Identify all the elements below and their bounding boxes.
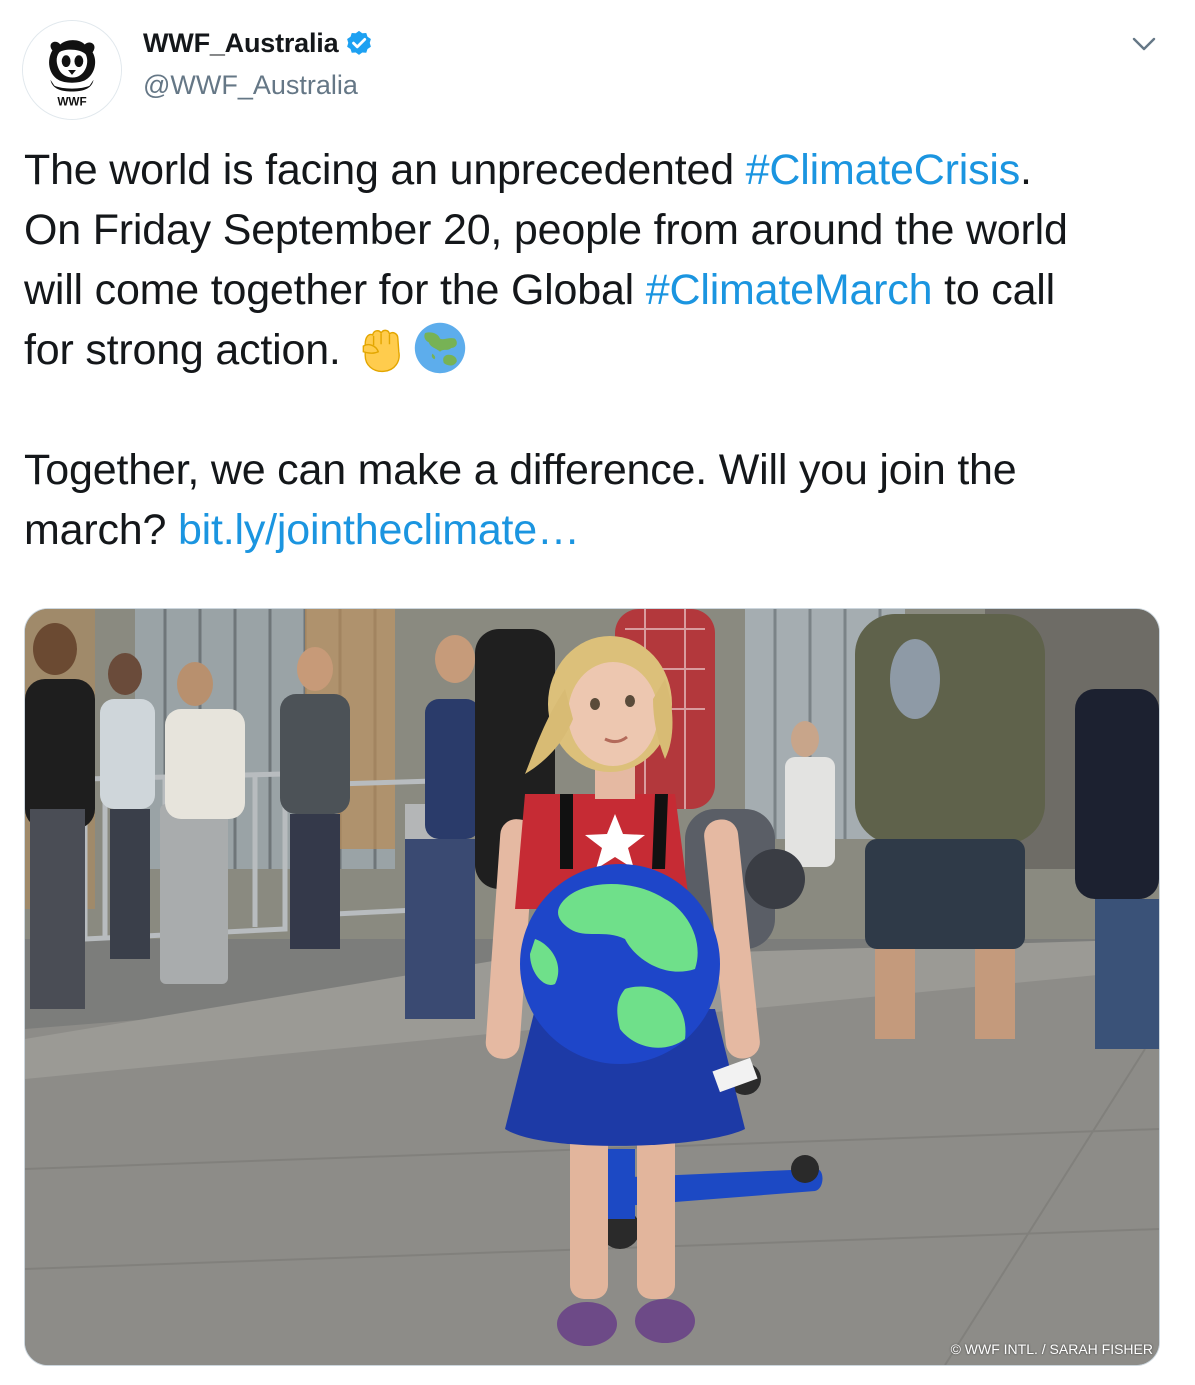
raised-fist-icon [354,320,410,376]
tweet-line: On Friday September 20, people from arou… [24,206,1068,254]
tweet-line: Together, we can make a difference. Will… [24,446,1017,494]
text-segment: The world is facing an unprecedented [24,146,746,194]
tweet-photo[interactable]: © WWF INTL. / SARAH FISHER [24,608,1160,1366]
text-segment: march? [24,506,178,554]
avatar[interactable]: WWF [22,20,122,120]
verified-badge-icon [347,30,372,55]
photo-credit: © WWF INTL. / SARAH FISHER [950,1341,1153,1357]
text-segment: for strong action. [24,326,353,374]
author-handle[interactable]: @WWF_Australia [143,70,358,101]
external-link[interactable]: bit.ly/jointheclimate… [178,506,580,554]
tweet-line: will come together for the Global #Clima… [24,260,1174,320]
chevron-down-icon[interactable] [1128,28,1160,60]
climate-march-photo [25,609,1159,1365]
tweet-line: march? bit.ly/jointheclimate… [24,500,1174,560]
globe-asia-australia-icon [412,320,468,376]
hashtag-climate-crisis[interactable]: #ClimateCrisis [746,146,1021,194]
tweet-line: The world is facing an unprecedented #Cl… [24,140,1174,200]
text-segment: will come together for the Global [24,266,646,314]
text-segment: to call [932,266,1056,314]
author-name-row[interactable]: WWF_Australia [143,28,374,59]
text-segment: . [1020,146,1032,194]
tweet-text: The world is facing an unprecedented #Cl… [24,140,1174,560]
tweet-card: WWF WWF_Australia @WWF_Australia The wor… [0,0,1195,1385]
wwf-panda-logo: WWF [23,21,121,119]
tweet-line: for strong action. [24,320,1174,380]
hashtag-climate-march[interactable]: #ClimateMarch [646,266,933,314]
avatar-logo-text: WWF [57,95,86,108]
display-name[interactable]: WWF_Australia [143,28,339,59]
